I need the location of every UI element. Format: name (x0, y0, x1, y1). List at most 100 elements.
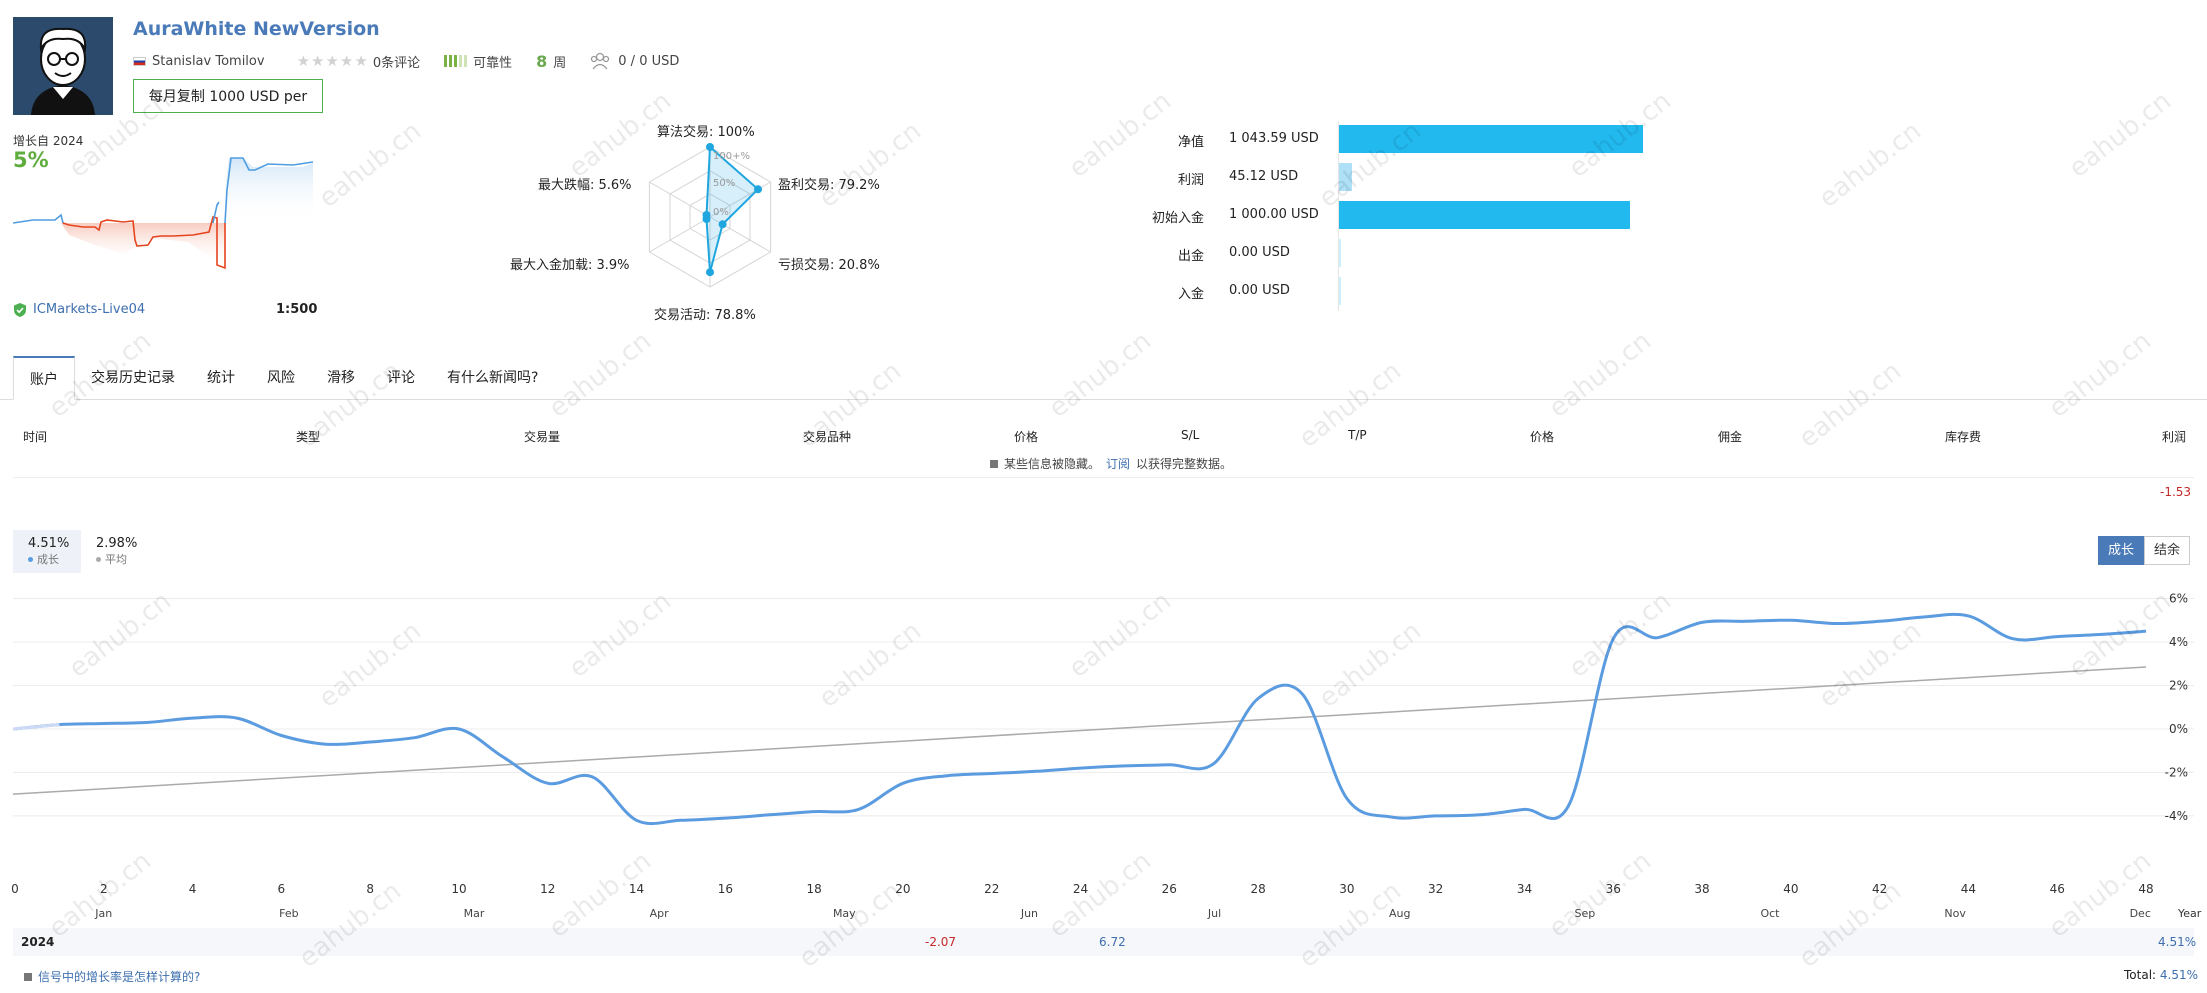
tab-reviews[interactable]: 评论 (371, 356, 431, 400)
total-summary: Total: 4.51% (2124, 968, 2198, 982)
table-divider (13, 477, 2194, 478)
legend-growth[interactable]: 4.51% 成长 (13, 530, 81, 573)
toggle-growth[interactable]: 成长 (2098, 536, 2145, 565)
x-tick-label: 36 (1606, 882, 1621, 896)
broker-server-name[interactable]: ICMarkets-Live04 (33, 302, 145, 317)
watermark-text: eahub.cn (543, 326, 657, 424)
radar-point (754, 185, 762, 194)
balance-axis (1338, 121, 1339, 311)
col-profit[interactable]: 利润 (2162, 428, 2186, 445)
tab-bar: 账户 交易历史记录 统计 风险 滑移 评论 有什么新闻吗? (13, 356, 554, 400)
radar-point (706, 268, 714, 277)
col-price-open[interactable]: 价格 (1014, 428, 1038, 445)
legend-average-value: 2.98% (96, 536, 138, 551)
radar-label-algo: 算法交易: 100% (657, 125, 755, 140)
month-label: Jul (1207, 907, 1221, 920)
col-tp[interactable]: T/P (1348, 428, 1367, 442)
month-label: Dec (2130, 907, 2151, 920)
balance-bar (1339, 163, 1352, 191)
balance-bar (1339, 201, 1630, 229)
info-square-icon (990, 459, 998, 468)
balance-value: 1 000.00 USD (1229, 207, 1319, 222)
month-label: Apr (650, 907, 670, 920)
x-tick-label: 16 (718, 882, 733, 896)
x-tick-label: 10 (451, 882, 466, 896)
tab-news[interactable]: 有什么新闻吗? (431, 356, 554, 400)
col-commission[interactable]: 佣金 (1718, 428, 1742, 445)
x-tick-label: 38 (1694, 882, 1709, 896)
tab-slippage[interactable]: 滑移 (311, 356, 371, 400)
radar-label-profit: 盈利交易: 79.2% (778, 178, 880, 193)
month-label: Jun (1020, 907, 1038, 920)
y-tick-label: -4% (2165, 809, 2188, 823)
x-tick-label: 48 (2138, 882, 2153, 896)
radar-chart: 100+% 50% 0% (648, 143, 772, 288)
x-tick-label: 14 (629, 882, 644, 896)
balance-bar (1339, 125, 1643, 153)
radar-scale-0: 0% (713, 207, 729, 218)
may-result: -2.07 (925, 935, 957, 949)
growth-calc-link[interactable]: 信号中的增长率是怎样计算的? (24, 968, 200, 985)
x-tick-label: 40 (1783, 882, 1798, 896)
subscribers-value: 0 / 0 USD (618, 53, 680, 69)
col-sl[interactable]: S/L (1181, 428, 1199, 442)
toggle-balance[interactable]: 结余 (2144, 536, 2191, 565)
col-type[interactable]: 类型 (296, 428, 320, 445)
col-swap[interactable]: 库存费 (1945, 428, 1981, 445)
broker-server[interactable]: ICMarkets-Live04 (13, 302, 145, 317)
radar-label-loss: 亏损交易: 20.8% (778, 258, 880, 273)
subscribe-link[interactable]: 订阅 (1106, 455, 1130, 472)
subscribers-icon (591, 52, 610, 70)
y-tick-label: 6% (2169, 592, 2188, 606)
tab-statistics[interactable]: 统计 (191, 356, 251, 400)
x-tick-label: 32 (1428, 882, 1443, 896)
watermark-text: eahub.cn (1543, 326, 1657, 424)
rating-stars-icon: ★★★★★ (296, 52, 369, 70)
month-label: Oct (1760, 907, 1780, 920)
chart-mode-toggle: 成长 结余 (2098, 536, 2191, 565)
copy-subscribe-button[interactable]: 每月复制 1000 USD per (133, 79, 323, 113)
signal-title[interactable]: AuraWhite NewVersion (133, 18, 380, 40)
col-time[interactable]: 时间 (23, 428, 47, 445)
weeks-value: 8 (536, 51, 548, 71)
y-tick-label: 4% (2169, 635, 2188, 649)
author-name[interactable]: Stanislav Tomilov (152, 54, 265, 69)
x-axis-label: Year (2177, 907, 2202, 920)
author-avatar[interactable] (13, 17, 113, 115)
growth-since-label: 增长自 2024 (13, 134, 84, 148)
watermark-text: eahub.cn (2043, 326, 2157, 424)
year-label: 2024 (21, 935, 55, 949)
month-label: Jan (94, 907, 112, 920)
x-tick-label: 34 (1517, 882, 1532, 896)
x-tick-label: 30 (1339, 882, 1354, 896)
total-value: 4.51% (2159, 968, 2199, 982)
growth-calc-text[interactable]: 信号中的增长率是怎样计算的? (38, 968, 200, 985)
growth-chart[interactable]: 6%4%2%0%-2%-4%0 2 4 6 8 10 12 14 16 18 20 22 24 26 28 3… (0, 578, 2207, 923)
hidden-info-note: 某些信息被隐藏。 订阅 以获得完整数据。 (990, 455, 1232, 472)
radar-label-drawdown: 最大跌幅: 5.6% (538, 178, 632, 193)
average-line (12, 666, 2147, 795)
x-tick-label: 46 (2050, 882, 2065, 896)
col-price-close[interactable]: 价格 (1530, 428, 1554, 445)
balance-value: 0.00 USD (1229, 283, 1290, 298)
col-symbol[interactable]: 交易品种 (803, 428, 851, 445)
growth-sparkline[interactable] (13, 150, 318, 285)
year-total-result: 4.51% (2158, 935, 2197, 949)
balance-bar (1339, 277, 1341, 305)
info-square-icon (24, 972, 32, 981)
tab-history[interactable]: 交易历史记录 (75, 356, 191, 400)
balance-label: 利润 (1177, 173, 1204, 188)
col-volume[interactable]: 交易量 (524, 428, 560, 445)
balance-label: 初始入金 (1151, 211, 1204, 226)
x-tick-label: 8 (366, 882, 374, 896)
legend-average[interactable]: 2.98% 平均 (96, 536, 137, 567)
x-tick-label: 4 (189, 882, 197, 896)
balance-label: 净值 (1177, 135, 1204, 150)
x-tick-label: 42 (1872, 882, 1887, 896)
radar-scale-100: 100+% (713, 151, 750, 162)
reviews-count[interactable]: 0条评论 (373, 52, 420, 71)
y-tick-label: 0% (2169, 722, 2188, 736)
growth-line (14, 612, 2147, 826)
tab-risks[interactable]: 风险 (251, 356, 311, 400)
tab-account[interactable]: 账户 (13, 356, 75, 400)
